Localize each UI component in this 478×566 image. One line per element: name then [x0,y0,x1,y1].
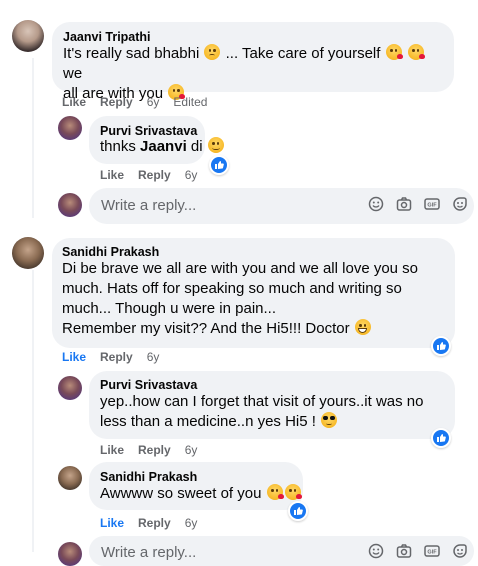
edited-label[interactable]: Edited [173,95,207,109]
like-button[interactable]: Like [62,350,86,364]
comment-actions: Like Reply 6y [100,168,211,182]
comment-text: Awwww so sweet of you [100,484,302,504]
mention-link[interactable]: Jaanvi [140,138,187,155]
like-button[interactable]: Like [100,516,124,530]
sticker-icon[interactable] [452,196,468,212]
like-button[interactable]: Like [100,168,124,182]
like-reaction-icon[interactable] [431,428,451,448]
reply-input[interactable]: Write a reply... GIF [89,188,474,224]
camera-icon[interactable] [396,196,412,212]
comment-author[interactable]: Purvi Srivastava [100,378,197,392]
like-reaction-icon[interactable] [209,155,229,175]
thread-line [32,58,34,218]
reply-button[interactable]: Reply [100,350,133,364]
grin-emoji-icon [354,319,371,335]
like-reaction-icon[interactable] [288,501,308,521]
sticker-icon[interactable] [452,543,468,559]
comment-author[interactable]: Purvi Srivastava [100,124,197,138]
comment-actions: Like Reply 6y [100,443,211,457]
comment-author[interactable]: Jaanvi Tripathi [63,30,151,44]
reply-placeholder: Write a reply... [101,197,197,214]
reply-button[interactable]: Reply [100,95,133,109]
comment-text: yep..how can I forget that visit of your… [100,393,424,430]
reply-placeholder: Write a reply... [101,544,197,561]
sad-emoji-icon [204,44,221,60]
timestamp[interactable]: 6y [185,443,198,457]
comment-text: Di be brave we all are with you and we a… [62,260,419,337]
sunglasses-emoji-icon [321,412,338,428]
thread-line [32,270,34,552]
like-button[interactable]: Like [100,443,124,457]
comment-author[interactable]: Sanidhi Prakash [62,245,159,259]
comment-text: thnks Jaanvi di [100,137,225,157]
avatar[interactable] [58,116,82,140]
avatar[interactable] [58,466,82,490]
reply-button[interactable]: Reply [138,516,171,530]
current-user-avatar [58,542,82,566]
comment-actions: Like Reply 6y [100,516,211,530]
avatar[interactable] [12,20,44,52]
comment-actions: Like Reply 6y [62,350,173,364]
kiss-emoji-icon [284,484,302,500]
reply-button[interactable]: Reply [138,443,171,457]
comment-actions: Like Reply 6y Edited [62,95,221,109]
current-user-avatar [58,193,82,217]
reply-button[interactable]: Reply [138,168,171,182]
kiss-emoji-icon [385,44,403,60]
emoji-icon[interactable] [368,543,384,559]
timestamp[interactable]: 6y [147,350,160,364]
like-button[interactable]: Like [62,95,86,109]
gif-icon[interactable]: GIF [424,543,440,559]
camera-icon[interactable] [396,543,412,559]
kiss-emoji-icon [407,44,425,60]
timestamp[interactable]: 6y [185,516,198,530]
kiss-emoji-icon [266,484,284,500]
svg-text:GIF: GIF [427,550,437,556]
avatar[interactable] [58,376,82,400]
like-reaction-icon[interactable] [431,336,451,356]
svg-text:GIF: GIF [427,203,437,209]
comment-author[interactable]: Sanidhi Prakash [100,470,197,484]
avatar[interactable] [12,237,44,269]
smile-emoji-icon [207,137,224,153]
reply-input[interactable]: Write a reply... GIF [89,536,474,566]
timestamp[interactable]: 6y [147,95,160,109]
emoji-icon[interactable] [368,196,384,212]
timestamp[interactable]: 6y [185,168,198,182]
gif-icon[interactable]: GIF [424,196,440,212]
